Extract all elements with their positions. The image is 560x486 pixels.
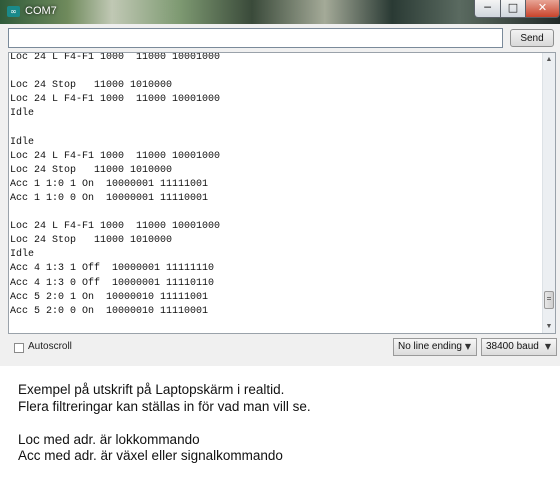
output-line: Loc 24 L F4-F1 1000 11000 10001000 <box>10 52 221 63</box>
output-line <box>10 65 220 79</box>
close-button[interactable]: ✕ <box>525 0 560 18</box>
scroll-up-arrow-icon[interactable]: ▲ <box>543 53 555 66</box>
title-bar[interactable]: ∞ COM7 ─ □ ✕ <box>0 0 560 24</box>
output-line: Acc 1 1:0 0 On 10000001 11110001 <box>10 192 209 204</box>
autoscroll-checkbox[interactable] <box>14 343 24 353</box>
baud-rate-value: 38400 baud <box>486 341 539 352</box>
output-line: Acc 4 1:3 0 Off 10000001 11110110 <box>10 277 215 289</box>
serial-output-lines: Loc 24 L F4-F1 1000 11000 10001000 Loc 2… <box>10 52 221 319</box>
output-line: Loc 24 L F4-F1 1000 11000 10001000 <box>10 221 221 233</box>
line-ending-value: No line ending <box>398 341 462 352</box>
arduino-icon: ∞ <box>7 6 20 17</box>
output-line <box>10 206 220 220</box>
output-line: Idle <box>10 136 35 148</box>
serial-output-area[interactable]: Loc 24 L F4-F1 1000 11000 10001000 Loc 2… <box>8 52 556 334</box>
output-line: Acc 5 2:0 1 On 10000010 11111001 <box>10 291 209 303</box>
output-line: Loc 24 L F4-F1 1000 11000 10001000 <box>10 94 221 106</box>
status-footer: Autoscroll No line ending ▼ 38400 baud ▼ <box>0 336 560 360</box>
caption-spacer <box>18 415 548 432</box>
serial-monitor-window: ∞ COM7 ─ □ ✕ Send Loc 24 L F4-F1 1000 11… <box>0 0 560 366</box>
output-line: Loc 24 Stop 11000 1010000 <box>10 80 173 92</box>
line-ending-select[interactable]: No line ending ▼ <box>393 338 477 356</box>
output-line: Idle <box>10 108 35 120</box>
output-line: Acc 4 1:3 1 Off 10000001 11111110 <box>10 263 215 275</box>
caption-line: Exempel på utskrift på Laptopskärm i rea… <box>18 382 285 397</box>
grip-icon <box>547 297 551 300</box>
send-button[interactable]: Send <box>510 29 554 47</box>
scrollbar-thumb[interactable] <box>544 291 554 309</box>
chevron-down-icon: ▼ <box>464 342 471 351</box>
caption-text: Exempel på utskrift på Laptopskärm i rea… <box>18 382 548 465</box>
output-line: Acc 5 2:0 0 On 10000010 11110001 <box>10 305 209 317</box>
caption-line: Acc med adr. är växel eller signalkomman… <box>18 448 283 463</box>
autoscroll-label: Autoscroll <box>28 341 72 352</box>
output-line: Loc 24 Stop 11000 1010000 <box>10 235 173 247</box>
send-input[interactable] <box>8 28 503 48</box>
vertical-scrollbar[interactable]: ▲ ▼ <box>542 53 555 333</box>
output-line: Loc 24 L F4-F1 1000 11000 10001000 <box>10 150 221 162</box>
chevron-down-icon: ▼ <box>544 342 551 351</box>
send-bar: Send <box>0 24 560 54</box>
output-line <box>10 121 220 135</box>
caption-line: Flera filtreringar kan ställas in för va… <box>18 398 311 414</box>
minimize-button[interactable]: ─ <box>474 0 501 18</box>
caption-line: Loc med adr. är lokkommando <box>18 431 200 447</box>
output-line: Idle <box>10 249 35 261</box>
maximize-button[interactable]: □ <box>500 0 526 18</box>
window-title: COM7 <box>25 5 57 17</box>
baud-rate-select[interactable]: 38400 baud ▼ <box>481 338 557 356</box>
scroll-down-arrow-icon[interactable]: ▼ <box>543 320 555 333</box>
output-line: Acc 1 1:0 1 On 10000001 11111001 <box>10 178 209 190</box>
output-line: Loc 24 Stop 11000 1010000 <box>10 164 173 176</box>
